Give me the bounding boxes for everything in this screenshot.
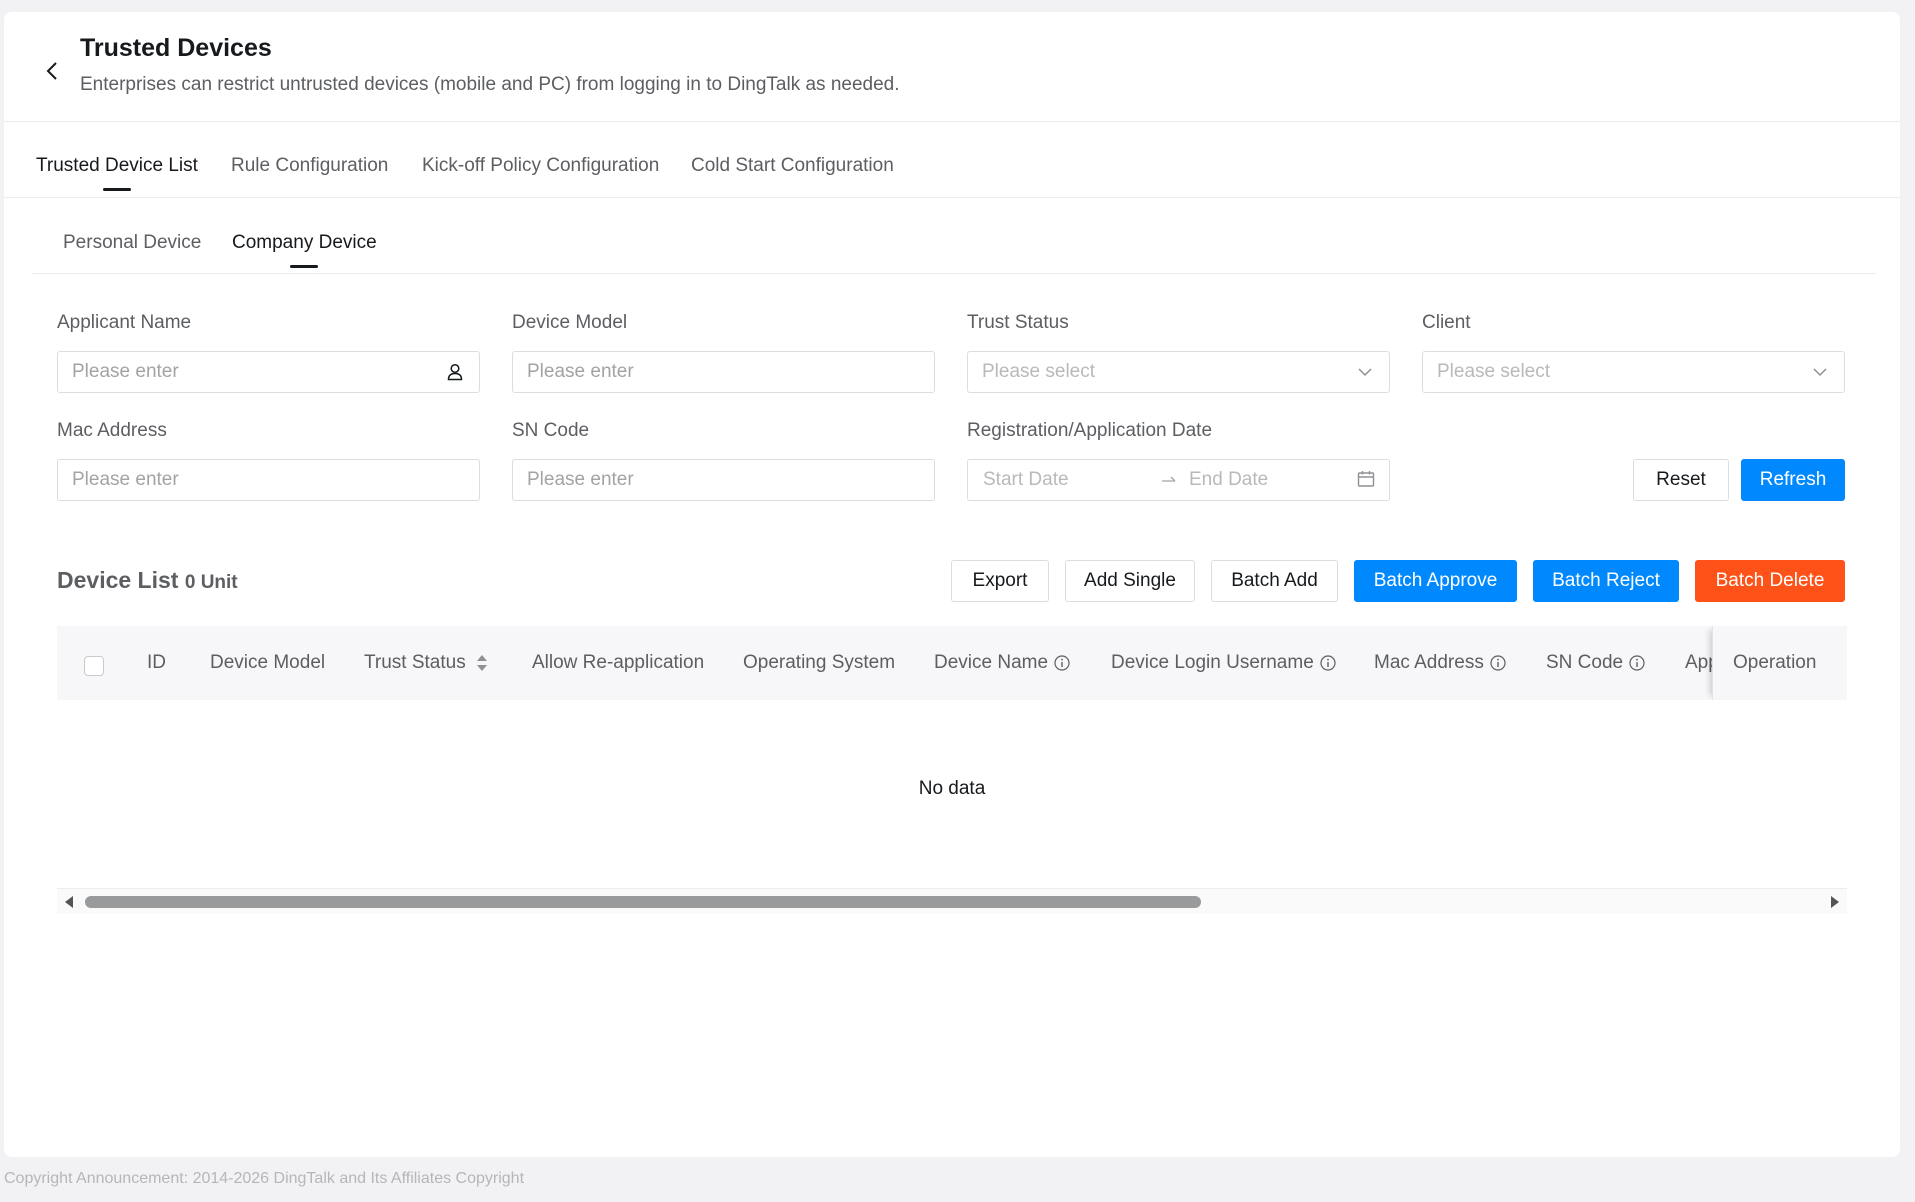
client-select[interactable]: Please select [1422, 351, 1845, 393]
page-header: Trusted Devices Enterprises can restrict… [4, 12, 1900, 122]
column-operation: Operation [1712, 626, 1847, 700]
horizontal-scrollbar[interactable] [57, 888, 1847, 914]
applicant-name-input[interactable] [72, 352, 445, 392]
date-range-picker: Start Date End Date [967, 459, 1390, 501]
page-title: Trusted Devices [80, 34, 272, 62]
end-date-input[interactable]: End Date [1189, 469, 1268, 491]
column-device-login-username: Device Login Username [1111, 626, 1336, 700]
batch-approve-button[interactable]: Batch Approve [1354, 560, 1517, 602]
person-icon[interactable] [445, 362, 465, 382]
add-single-button[interactable]: Add Single [1065, 560, 1195, 602]
main-card: Trusted Devices Enterprises can restrict… [4, 12, 1900, 1157]
start-date-input[interactable]: Start Date [983, 469, 1069, 491]
registration-date-label: Registration/Application Date [967, 420, 1213, 441]
active-subtab-indicator [290, 265, 319, 268]
batch-delete-button[interactable]: Batch Delete [1695, 560, 1845, 602]
tab-cold-start-configuration[interactable]: Cold Start Configuration [691, 155, 894, 177]
tab-personal-device[interactable]: Personal Device [63, 232, 201, 254]
tab-company-device[interactable]: Company Device [232, 232, 377, 268]
sn-code-field [512, 459, 935, 501]
scrollbar-thumb[interactable] [85, 896, 1201, 908]
refresh-button[interactable]: Refresh [1741, 459, 1845, 501]
mac-address-label: Mac Address [57, 420, 167, 441]
export-button[interactable]: Export [951, 560, 1049, 602]
sn-code-label: SN Code [512, 420, 590, 441]
select-all-checkbox[interactable] [84, 656, 104, 676]
column-sn-code: SN Code [1546, 626, 1645, 700]
info-icon[interactable] [1054, 655, 1070, 671]
trust-status-label: Trust Status [967, 312, 1069, 333]
calendar-icon[interactable] [1357, 470, 1375, 494]
chevron-down-icon [1355, 362, 1375, 382]
device-type-tabs: Personal Device Company Device [32, 198, 1876, 274]
column-allow-reapplication: Allow Re-application [532, 652, 705, 673]
batch-reject-button[interactable]: Batch Reject [1533, 560, 1679, 602]
page-subtitle: Enterprises can restrict untrusted devic… [80, 74, 900, 95]
chevron-down-icon [1810, 362, 1830, 382]
copyright-footer: Copyright Announcement: 2014-2026 DingTa… [4, 1170, 525, 1187]
scroll-left-arrow-icon[interactable] [65, 896, 73, 908]
device-count: 0 Unit [184, 572, 238, 593]
tab-kick-off-policy-configuration[interactable]: Kick-off Policy Configuration [422, 155, 659, 177]
sort-icon[interactable] [476, 653, 488, 673]
column-operating-system: Operating System [743, 652, 896, 673]
scroll-right-arrow-icon[interactable] [1831, 896, 1839, 908]
sn-code-input[interactable] [527, 460, 920, 500]
tab-rule-configuration[interactable]: Rule Configuration [231, 155, 388, 177]
info-icon[interactable] [1320, 655, 1336, 671]
column-device-model: Device Model [210, 652, 326, 673]
device-model-label: Device Model [512, 312, 628, 333]
tab-trusted-device-list[interactable]: Trusted Device List [36, 155, 198, 191]
mac-address-input[interactable] [72, 460, 465, 500]
table-header: ID Device Model Trust Status Allow Re-ap… [57, 626, 1847, 700]
empty-state-text: No data [918, 778, 986, 799]
mac-address-field [57, 459, 480, 501]
arrow-right-icon [1161, 472, 1177, 494]
device-model-input[interactable] [527, 352, 920, 392]
active-tab-indicator [102, 188, 131, 191]
applicant-name-field [57, 351, 480, 393]
applicant-name-label: Applicant Name [57, 312, 192, 333]
main-tabs: Trusted Device List Rule Configuration K… [4, 122, 1900, 198]
column-trust-status[interactable]: Trust Status [364, 626, 488, 700]
reset-button[interactable]: Reset [1633, 459, 1729, 501]
chevron-left-icon [46, 62, 57, 80]
batch-add-button[interactable]: Batch Add [1211, 560, 1338, 602]
column-id: ID [147, 652, 166, 673]
client-label: Client [1422, 312, 1471, 333]
back-button[interactable] [40, 56, 64, 86]
info-icon[interactable] [1490, 655, 1506, 671]
trust-status-select[interactable]: Please select [967, 351, 1390, 393]
device-list-title: Device List 0 Unit [57, 567, 238, 593]
device-model-field [512, 351, 935, 393]
info-icon[interactable] [1629, 655, 1645, 671]
column-device-name: Device Name [934, 626, 1070, 700]
column-mac-address: Mac Address [1374, 626, 1506, 700]
